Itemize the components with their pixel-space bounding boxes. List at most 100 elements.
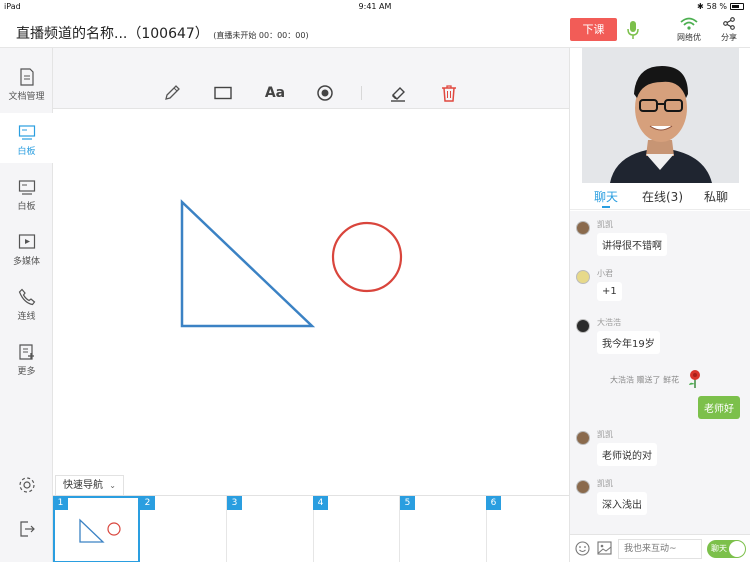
document-icon <box>19 68 34 86</box>
wifi-icon <box>680 17 698 30</box>
circle-tool[interactable] <box>314 82 336 104</box>
avatar <box>576 270 590 284</box>
toolbar-divider <box>361 86 362 100</box>
emoji-icon[interactable] <box>575 541 590 556</box>
status-time: 9:41 AM <box>358 2 392 11</box>
canvas-drawing <box>180 199 403 328</box>
more-icon <box>18 344 34 360</box>
avatar <box>576 319 590 333</box>
message-bubble: 讲得很不错啊 <box>597 233 667 256</box>
end-class-button[interactable]: 下课 <box>570 18 617 41</box>
network-indicator[interactable]: 网络优 <box>674 17 704 43</box>
message-bubble: 深入浅出 <box>597 492 647 515</box>
text-tool[interactable]: Aa <box>263 82 287 104</box>
delete-tool[interactable] <box>438 82 460 104</box>
sidebar-item-whiteboard[interactable]: 白板 <box>0 113 53 163</box>
my-message-bubble: 老师好 <box>698 396 740 419</box>
whiteboard-icon <box>18 125 35 140</box>
sidebar-item-label: 多媒体 <box>12 257 40 267</box>
sidebar-item-media[interactable]: 多媒体 <box>0 223 53 273</box>
page-number: 5 <box>400 496 415 510</box>
battery-percent: 58 % <box>706 2 727 11</box>
message-bubble: 老师说的对 <box>597 443 657 466</box>
share-icon <box>723 17 735 30</box>
sidebar-item-more[interactable]: 更多 <box>0 333 53 383</box>
chat-input-bar: 聊天 <box>570 534 750 562</box>
exit-icon <box>19 521 35 537</box>
header: 直播频道的名称...（100647） (直播未开始 00：00：00) 下课 网… <box>0 14 750 48</box>
settings-button[interactable] <box>0 476 53 498</box>
tab-chat[interactable]: 聊天 <box>594 188 618 205</box>
sender-name: 大浩浩 <box>597 318 621 327</box>
toggle-label: 聊天 <box>711 544 727 553</box>
pencil-icon <box>165 85 180 100</box>
page-title: 直播频道的名称...（100647） (直播未开始 00：00：00) <box>16 23 309 43</box>
page-thumb-1[interactable]: 1 <box>53 496 140 562</box>
sidebar-item-label: 文档管理 <box>8 92 45 102</box>
chat-toggle[interactable]: 聊天 <box>707 540 746 558</box>
gear-icon <box>18 477 35 493</box>
message-bubble: +1 <box>597 282 622 301</box>
circle-shape[interactable] <box>331 221 403 293</box>
flower-icon <box>686 369 704 391</box>
sidebar-item-documents[interactable]: 文档管理 <box>0 58 53 108</box>
status-right: ✱ 58 % <box>697 2 744 11</box>
phone-icon <box>18 288 35 306</box>
page-thumb-3[interactable]: 3 <box>227 496 314 562</box>
network-label: 网络优 <box>677 33 701 42</box>
eraser-icon <box>391 87 405 102</box>
chevron-down-icon: ⌄ <box>109 481 116 490</box>
avatar <box>576 480 590 494</box>
page-thumb-4[interactable]: 4 <box>313 496 400 562</box>
message-bubble: 我今年19岁 <box>597 331 660 354</box>
triangle-shape[interactable] <box>180 199 316 328</box>
avatar <box>576 221 590 235</box>
trash-icon <box>442 85 456 102</box>
image-icon[interactable] <box>597 541 612 555</box>
exit-button[interactable] <box>0 520 53 542</box>
thumb-preview <box>79 518 121 543</box>
channel-name: 直播频道的名称...（100647） <box>16 26 209 42</box>
sidebar-item-label: 更多 <box>17 367 36 377</box>
rectangle-icon <box>214 86 232 100</box>
page-number: 3 <box>227 496 242 510</box>
status-bar: iPad 9:41 AM ✱ 58 % <box>0 0 750 14</box>
sidebar-item-label: 白板 <box>17 147 36 157</box>
media-icon <box>18 234 35 249</box>
share-button[interactable]: 分享 <box>716 17 742 43</box>
page-thumb-5[interactable]: 5 <box>400 496 487 562</box>
sidebar-item-whiteboard-2[interactable]: 白板 <box>0 168 53 218</box>
whiteboard-canvas[interactable] <box>53 110 569 475</box>
sender-name: 凯凯 <box>597 220 613 229</box>
sidebar-item-connect[interactable]: 连线 <box>0 278 53 328</box>
chat-list[interactable]: 凯凯 讲得很不错啊 小君 +1 大浩浩 我今年19岁 大浩浩 赠送了 鲜花 老师… <box>570 211 750 534</box>
page-number: 4 <box>313 496 328 510</box>
quick-nav-label: 快速导航 <box>63 480 103 491</box>
active-tab-indicator <box>602 206 610 208</box>
circle-icon <box>317 85 333 101</box>
chat-tabs: 聊天 在线(3) 私聊 <box>570 184 750 210</box>
pencil-tool[interactable] <box>161 82 183 104</box>
sender-name: 小君 <box>597 269 613 278</box>
sidebar-item-label: 连线 <box>17 312 36 322</box>
teacher-portrait <box>582 48 739 183</box>
chat-input[interactable] <box>618 539 702 559</box>
page-thumb-6[interactable]: 6 <box>486 496 573 562</box>
teacher-video[interactable] <box>582 48 739 183</box>
eraser-tool[interactable] <box>387 82 409 104</box>
rectangle-tool[interactable] <box>212 82 234 104</box>
live-status: (直播未开始 00：00：00) <box>213 31 309 40</box>
tab-online[interactable]: 在线(3) <box>642 188 683 205</box>
page-number: 1 <box>53 496 68 510</box>
page-number: 6 <box>486 496 501 510</box>
quick-nav-toggle[interactable]: 快速导航 ⌄ <box>55 475 124 495</box>
page-number: 2 <box>140 496 155 510</box>
microphone-icon[interactable] <box>626 20 640 40</box>
drawing-toolbar: Aa <box>53 48 569 109</box>
tab-private[interactable]: 私聊 <box>704 188 728 205</box>
bluetooth-icon: ✱ <box>696 2 704 11</box>
avatar <box>576 431 590 445</box>
right-panel: 聊天 在线(3) 私聊 凯凯 讲得很不错啊 小君 +1 大浩浩 我今年19岁 大… <box>569 48 750 562</box>
sender-name: 凯凯 <box>597 479 613 488</box>
page-thumb-2[interactable]: 2 <box>140 496 227 562</box>
